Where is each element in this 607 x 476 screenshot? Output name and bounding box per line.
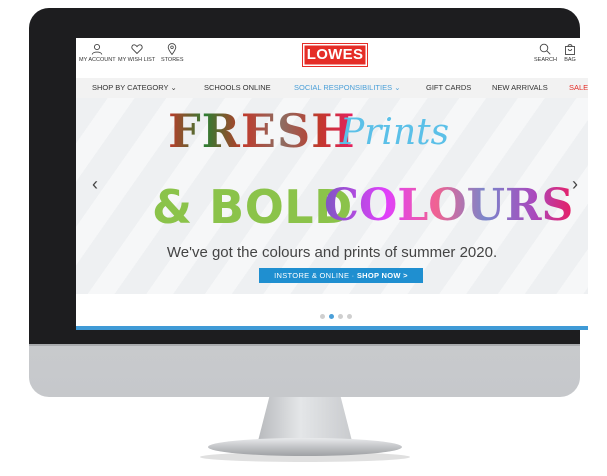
carousel-dot[interactable] xyxy=(338,314,343,319)
nav-schools-online[interactable]: SCHOOLS ONLINE xyxy=(204,83,271,92)
stores-label: STORES xyxy=(161,57,184,63)
bag-link[interactable]: BAG xyxy=(564,43,576,63)
website-screen: MY ACCOUNT MY WISH LIST STORES LOWES SEA… xyxy=(76,38,588,330)
bag-icon xyxy=(565,44,575,55)
bag-label: BAG xyxy=(564,57,576,63)
accent-divider xyxy=(76,326,588,330)
heart-icon xyxy=(131,44,143,55)
hero-tagline: We've got the colours and prints of summ… xyxy=(166,244,498,261)
nav-social-responsibilities-label: SOCIAL RESPONSIBILITIES xyxy=(294,83,393,92)
cta-action: SHOP NOW > xyxy=(356,271,408,280)
my-account-link[interactable]: MY ACCOUNT xyxy=(79,43,116,63)
monitor-stand-neck xyxy=(258,397,352,441)
chevron-left-icon: ‹ xyxy=(92,174,98,194)
hero-headline-colours: COLOURS xyxy=(324,180,574,231)
shop-now-button[interactable]: INSTORE & ONLINE · SHOP NOW > xyxy=(259,268,423,283)
carousel-dots xyxy=(320,314,352,319)
nav-new-arrivals[interactable]: NEW ARRIVALS xyxy=(492,83,548,92)
carousel-dot[interactable] xyxy=(320,314,325,319)
hero-headline-bold: & BOLD xyxy=(152,180,353,234)
my-wish-list-link[interactable]: MY WISH LIST xyxy=(118,43,155,63)
carousel-dot-active[interactable] xyxy=(329,314,334,319)
stores-link[interactable]: STORES xyxy=(161,43,184,63)
hero-headline-fresh: FRESH xyxy=(168,104,356,158)
chevron-down-icon: ⌄ xyxy=(394,83,401,92)
cta-prefix: INSTORE & ONLINE · xyxy=(274,271,357,280)
location-pin-icon xyxy=(167,43,177,55)
user-icon xyxy=(92,43,103,55)
nav-shop-by-category-label: SHOP BY CATEGORY xyxy=(92,83,169,92)
nav-gift-cards[interactable]: GIFT CARDS xyxy=(426,83,471,92)
hero-headline-prints: Prints xyxy=(340,112,450,153)
nav-social-responsibilities[interactable]: SOCIAL RESPONSIBILITIES ⌄ xyxy=(294,83,400,92)
monitor-chin-divider xyxy=(29,344,580,346)
hero-banner[interactable]: FRESH Prints & BOLD COLOURS We've got th… xyxy=(76,98,588,294)
main-navigation: SHOP BY CATEGORY ⌄ SCHOOLS ONLINE SOCIAL… xyxy=(76,78,588,98)
carousel-prev-arrow[interactable]: ‹ xyxy=(92,174,98,195)
search-label: SEARCH xyxy=(534,57,557,63)
site-header: MY ACCOUNT MY WISH LIST STORES LOWES SEA… xyxy=(76,38,588,76)
nav-shop-by-category[interactable]: SHOP BY CATEGORY ⌄ xyxy=(92,83,177,92)
carousel-next-arrow[interactable]: › xyxy=(572,174,578,195)
my-account-label: MY ACCOUNT xyxy=(79,57,116,63)
chevron-right-icon: › xyxy=(572,174,578,194)
nav-sale[interactable]: SALE xyxy=(569,83,588,92)
chevron-down-icon: ⌄ xyxy=(170,83,177,92)
search-link[interactable]: SEARCH xyxy=(534,43,557,63)
carousel-dot[interactable] xyxy=(347,314,352,319)
my-wish-list-label: MY WISH LIST xyxy=(118,57,156,63)
search-icon xyxy=(540,43,552,55)
monitor-stand-base xyxy=(208,438,402,456)
lowes-logo[interactable]: LOWES xyxy=(302,43,368,67)
